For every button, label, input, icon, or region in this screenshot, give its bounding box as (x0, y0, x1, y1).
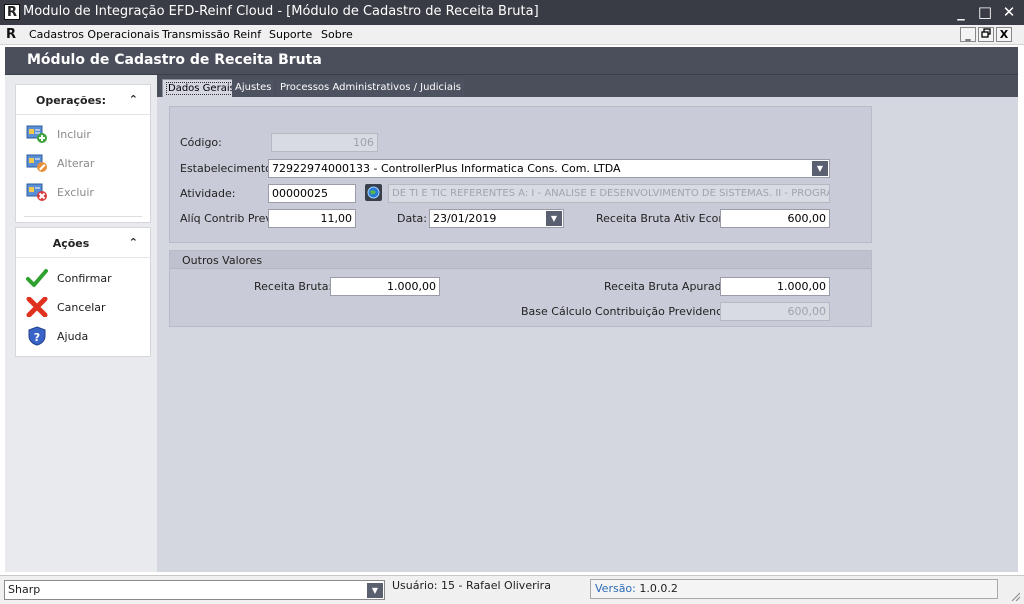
outros-valores-title: Outros Valores (182, 254, 263, 267)
main-form-area: Dados Gerais Ajustes Processos Administr… (157, 75, 1018, 572)
aliq-label: Alíq Contrib Prev: (180, 212, 275, 225)
base-calculo-label: Base Cálculo Contribuição Previdenciária… (521, 305, 751, 318)
data-label: Data: (397, 212, 427, 225)
version-label: Versão: (595, 582, 636, 595)
mdi-close-button[interactable]: X (996, 27, 1012, 42)
incluir-button[interactable]: Incluir (26, 124, 146, 144)
menu-cadastros-operacionais[interactable]: Cadastros Operacionais (29, 28, 159, 41)
dropdown-arrow-icon[interactable]: ▼ (812, 161, 828, 176)
atividade-label: Atividade: (180, 187, 236, 200)
codigo-field[interactable]: 106 (271, 133, 378, 152)
menu-bar: R Cadastros Operacionais Transmissão Rei… (0, 25, 1024, 45)
module-title: Módulo de Cadastro de Receita Bruta (27, 52, 322, 68)
mdi-child-icon: R (6, 27, 17, 42)
collapse-chevron-icon[interactable]: ⌃ (129, 93, 138, 106)
resize-grip-icon[interactable] (1010, 591, 1020, 601)
alterar-button[interactable]: Alterar (26, 153, 146, 173)
codigo-label: Código: (180, 136, 222, 149)
close-button[interactable]: ✕ (999, 2, 1019, 22)
aliq-field[interactable]: 11,00 (268, 209, 356, 228)
cross-icon (26, 297, 48, 317)
receita-bruta-ativ-econ-field[interactable]: 600,00 (720, 209, 830, 228)
estabelecimento-value: 72922974000133 - ControllerPlus Informat… (272, 162, 621, 175)
restore-icon (981, 28, 991, 38)
mdi-restore-button[interactable] (978, 27, 994, 42)
operacoes-title: Operações: (35, 94, 107, 107)
alterar-label: Alterar (57, 157, 95, 170)
excluir-button[interactable]: Excluir (26, 182, 146, 202)
add-record-icon (26, 125, 47, 143)
base-calculo-field[interactable]: 600,00 (720, 302, 830, 321)
check-icon (26, 269, 48, 287)
menu-sobre[interactable]: Sobre (321, 28, 353, 41)
tab-ajustes[interactable]: Ajustes (232, 79, 275, 97)
module-header: Módulo de Cadastro de Receita Bruta (5, 47, 1018, 75)
edit-record-icon (26, 154, 47, 172)
collapse-chevron-icon[interactable]: ⌃ (129, 236, 138, 249)
incluir-label: Incluir (57, 128, 91, 141)
tab-strip: Dados Gerais Ajustes Processos Administr… (157, 75, 1018, 97)
operacoes-box: Operações: ⌃ Incluir Alterar Excluir (15, 84, 151, 223)
ajuda-button[interactable]: ? Ajuda (26, 326, 146, 346)
data-datepicker[interactable]: 23/01/2019 ▼ (429, 209, 564, 228)
receita-bruta-field[interactable]: 1.000,00 (330, 277, 440, 296)
status-combo[interactable]: Sharp ▼ (4, 580, 385, 600)
window-title: Modulo de Integração EFD-Reinf Cloud - [… (23, 4, 539, 19)
menu-transmissao-reinf[interactable]: Transmissão Reinf (162, 28, 261, 41)
status-combo-value: Sharp (8, 583, 41, 596)
dropdown-arrow-icon[interactable]: ▼ (546, 211, 562, 226)
tab-dados-gerais[interactable]: Dados Gerais (162, 79, 241, 97)
outros-valores-group: Outros Valores Receita Bruta: 1.000,00 R… (169, 250, 872, 327)
acoes-title: Ações (52, 237, 90, 250)
estabelecimento-select[interactable]: 72922974000133 - ControllerPlus Informat… (268, 159, 830, 178)
outros-valores-header: Outros Valores (170, 251, 871, 269)
svg-text:?: ? (34, 331, 40, 344)
help-shield-icon: ? (28, 326, 46, 346)
receita-bruta-apurada-label: Receita Bruta Apurada: (604, 280, 733, 293)
cancelar-button[interactable]: Cancelar (26, 297, 146, 317)
acoes-header[interactable]: Ações ⌃ (16, 228, 150, 258)
confirmar-button[interactable]: Confirmar (26, 268, 146, 288)
divider (24, 216, 142, 217)
receita-bruta-apurada-field[interactable]: 1.000,00 (720, 277, 830, 296)
version-value: 1.0.0.2 (639, 582, 678, 595)
globe-search-icon[interactable] (365, 184, 382, 201)
receita-bruta-ativ-econ-label: Receita Bruta Ativ Econ: (596, 212, 730, 225)
atividade-code-field[interactable]: 00000025 (268, 184, 356, 203)
data-value: 23/01/2019 (433, 212, 497, 225)
excluir-label: Excluir (57, 186, 94, 199)
receita-bruta-label: Receita Bruta: (254, 280, 333, 293)
app-logo-icon: R (4, 4, 20, 20)
left-panel: Operações: ⌃ Incluir Alterar Excluir Açõ… (5, 75, 157, 572)
ajuda-label: Ajuda (57, 330, 89, 343)
estabelecimento-label: Estabelecimento: (180, 162, 276, 175)
maximize-button[interactable]: □ (975, 2, 995, 22)
user-info: Usuário: 15 - Rafael Oliverira (392, 579, 551, 592)
menu-suporte[interactable]: Suporte (269, 28, 312, 41)
atividade-desc-field[interactable]: DE TI E TIC REFERENTES A: I - ANALISE E … (388, 184, 830, 203)
minimize-button[interactable]: _ (951, 2, 971, 22)
dados-group: Código: 106 Estabelecimento: 72922974000… (169, 106, 872, 243)
dropdown-arrow-icon[interactable]: ▼ (367, 583, 383, 598)
tab-processos[interactable]: Processos Administrativos / Judiciais (277, 79, 464, 97)
status-bar: Sharp ▼ Usuário: 15 - Rafael Oliverira V… (0, 575, 1024, 604)
acoes-box: Ações ⌃ Confirmar Cancelar ? Ajuda (15, 227, 151, 357)
title-bar: R Modulo de Integração EFD-Reinf Cloud -… (0, 0, 1024, 25)
mdi-minimize-button[interactable]: _ (960, 27, 976, 42)
operacoes-header[interactable]: Operações: ⌃ (16, 85, 150, 115)
version-panel: Versão: 1.0.0.2 (590, 579, 998, 599)
delete-record-icon (26, 183, 47, 201)
confirmar-label: Confirmar (57, 272, 112, 285)
cancelar-label: Cancelar (57, 301, 106, 314)
